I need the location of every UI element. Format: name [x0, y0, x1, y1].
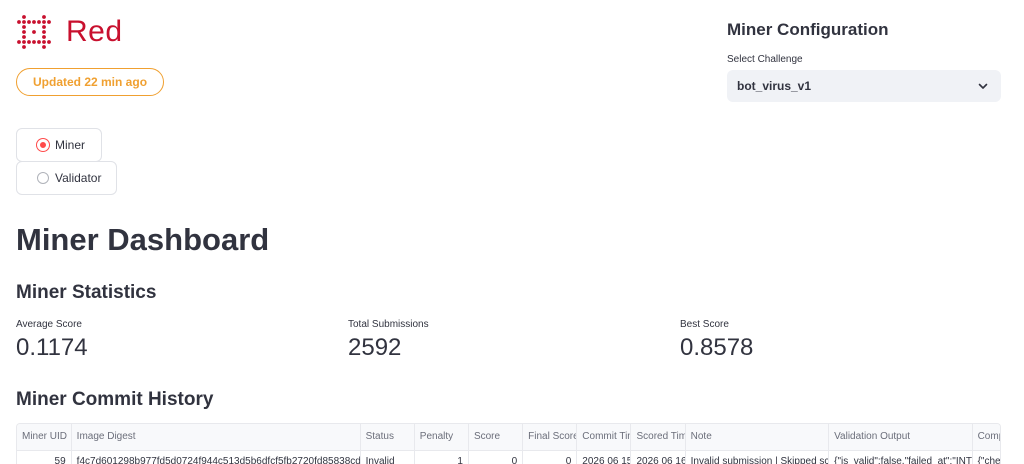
radio-option-validator[interactable]: Validator — [16, 161, 117, 195]
table-cell: 0 — [522, 450, 578, 464]
table-cell: 2026 06 15 — [576, 450, 632, 464]
metric-total-submissions: Total Submissions 2592 — [348, 319, 429, 362]
radio-label-validator: Validator — [55, 171, 102, 185]
column-header[interactable]: Final Score — [522, 424, 578, 451]
chevron-down-icon — [978, 83, 988, 89]
metric-label: Average Score — [16, 319, 82, 330]
table-cell: 0 — [468, 450, 524, 464]
radio-label-miner: Miner — [55, 138, 86, 152]
config-title: Miner Configuration — [727, 20, 889, 39]
updated-badge: Updated 22 min ago — [16, 68, 165, 96]
radio-selected-icon — [37, 139, 49, 151]
column-header[interactable]: Comp — [972, 424, 1000, 451]
metric-best-score: Best Score 0.8578 — [680, 319, 753, 362]
metric-average-score: Average Score 0.1174 — [16, 319, 88, 362]
challenge-select[interactable]: bot_virus_v1 — [727, 70, 1001, 102]
brand-logo: Red — [16, 14, 123, 50]
column-header[interactable]: Commit Tim — [576, 424, 632, 451]
column-header[interactable]: Image Digest — [71, 424, 361, 451]
table-cell: {"is_valid":false,"failed_at":"INTE — [828, 450, 973, 464]
challenge-select-label: Select Challenge — [727, 54, 803, 65]
radio-unselected-icon — [37, 172, 49, 184]
table-cell: {"chec — [972, 450, 1000, 464]
metric-value: 0.8578 — [680, 334, 754, 361]
column-header[interactable]: Validation Output — [828, 424, 973, 451]
dot-grid-logo-icon — [17, 15, 51, 49]
column-header[interactable]: Note — [685, 424, 830, 451]
stats-section-title: Miner Statistics — [16, 282, 157, 303]
column-header[interactable]: Miner UID — [17, 424, 72, 451]
challenge-select-value: bot_virus_v1 — [737, 79, 812, 93]
page-title: Miner Dashboard — [16, 222, 270, 257]
metric-value: 2592 — [348, 334, 402, 361]
column-header[interactable]: Status — [360, 424, 415, 451]
column-header[interactable]: Penalty — [414, 424, 469, 451]
role-radio-group: Miner Validator — [16, 128, 117, 195]
table-cell: 2026 06 16 — [630, 450, 686, 464]
metric-label: Best Score — [680, 319, 729, 330]
table-cell: f4c7d601298b977fd5d0724f944c513d5b6dfcf5… — [71, 450, 361, 464]
table-cell: 59 — [17, 450, 72, 464]
metric-label: Total Submissions — [348, 319, 429, 330]
table-header-row: Miner UID Image Digest Status Penalty Sc… — [17, 424, 1000, 451]
table-cell: 1 — [414, 450, 469, 464]
table-cell: Invalid submission | Skipped sco — [685, 450, 830, 464]
column-header[interactable]: Scored Tim — [630, 424, 686, 451]
table-cell: Invalid — [360, 450, 415, 464]
brand-name: Red — [66, 15, 123, 48]
metric-value: 0.1174 — [16, 334, 88, 361]
commit-history-table[interactable]: Miner UID Image Digest Status Penalty Sc… — [16, 423, 1001, 464]
miner-configuration-panel: Miner Configuration Select Challenge bot… — [727, 20, 1001, 102]
history-section-title: Miner Commit History — [16, 389, 214, 410]
radio-option-miner[interactable]: Miner — [16, 128, 102, 162]
table-row[interactable]: 59 f4c7d601298b977fd5d0724f944c513d5b6df… — [17, 450, 1000, 464]
column-header[interactable]: Score — [468, 424, 524, 451]
